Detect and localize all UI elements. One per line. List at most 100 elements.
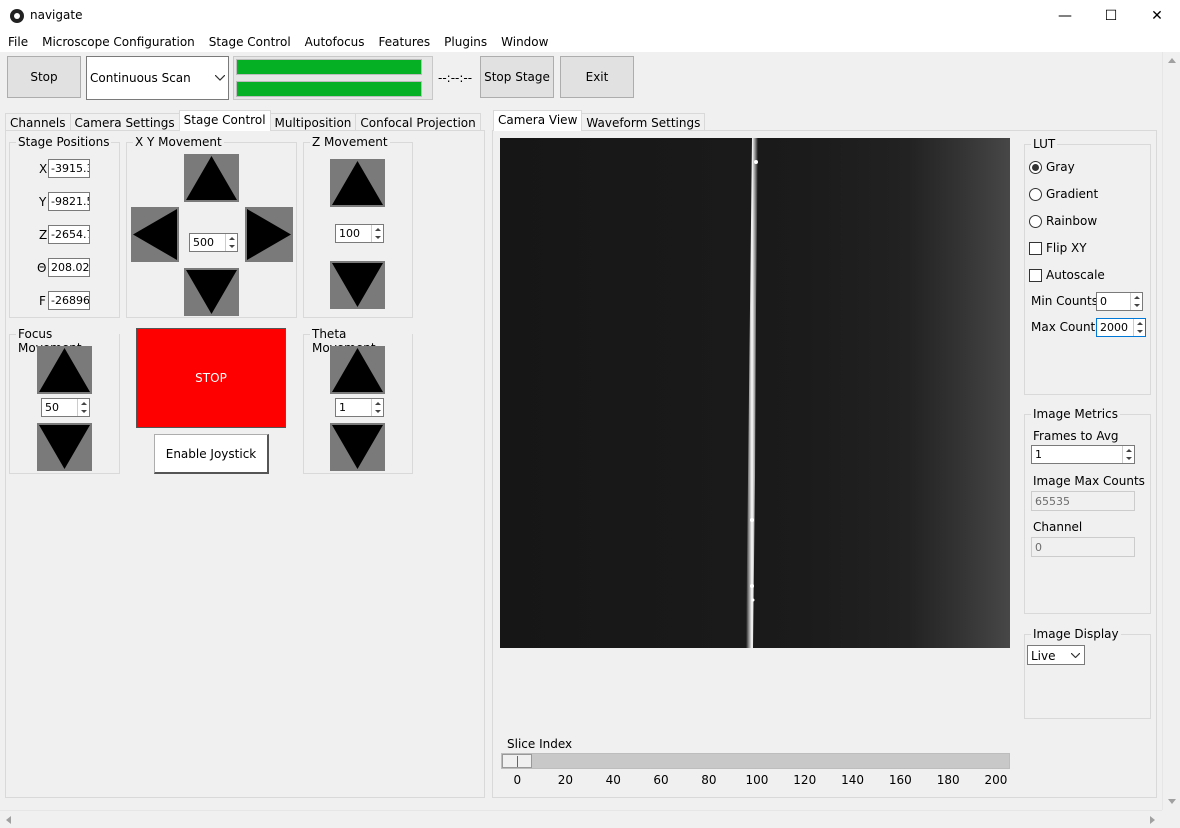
lut-gradient-radio[interactable]: [1029, 188, 1042, 201]
arrow-up-icon: [39, 348, 90, 392]
progress-container: [233, 56, 433, 100]
slice-tick-label: 40: [605, 773, 621, 787]
lut-rainbow-radio[interactable]: [1029, 215, 1042, 228]
tab-camera-view[interactable]: Camera View: [493, 110, 583, 131]
slider-grip-icon: [517, 756, 518, 767]
focus-up-button[interactable]: [37, 346, 92, 394]
focus-step-spinbox[interactable]: 50: [41, 398, 90, 417]
enable-joystick-button[interactable]: Enable Joystick: [154, 434, 269, 474]
window-horizontal-scrollbar[interactable]: [0, 810, 1162, 828]
min-counts-label: Min Counts: [1031, 294, 1098, 308]
tab-channels[interactable]: Channels: [5, 113, 71, 131]
theta-step-spinbox[interactable]: 1: [335, 398, 384, 417]
menu-window[interactable]: Window: [501, 35, 548, 49]
autoscale-checkbox[interactable]: [1029, 269, 1042, 282]
lut-gradient-label: Gradient: [1046, 187, 1099, 201]
xy-step-spinbox[interactable]: 500: [189, 233, 238, 252]
tab-stage-control[interactable]: Stage Control: [178, 110, 271, 131]
slice-slider-handle[interactable]: [502, 754, 532, 768]
scroll-right-icon[interactable]: [1150, 816, 1155, 824]
arrow-up-icon: [332, 161, 383, 205]
z-position-field[interactable]: -2654.7: [48, 225, 90, 244]
stage-stop-button[interactable]: STOP: [136, 328, 286, 428]
z-step-value: 100: [339, 227, 360, 240]
x-left-button[interactable]: [131, 207, 179, 262]
theta-down-button[interactable]: [330, 423, 385, 471]
slice-index-slider[interactable]: [501, 753, 1010, 769]
scroll-up-icon[interactable]: [1168, 58, 1176, 63]
slice-index-label: Slice Index: [507, 737, 573, 751]
menu-stage-control[interactable]: Stage Control: [209, 35, 291, 49]
slice-tick-label: 200: [984, 773, 1008, 787]
focus-step-value: 50: [45, 401, 59, 414]
tab-multiposition[interactable]: Multiposition: [269, 113, 357, 131]
min-counts-value: 0: [1100, 295, 1107, 308]
z-step-spinbox[interactable]: 100: [335, 224, 384, 243]
scroll-left-icon[interactable]: [6, 816, 11, 824]
spin-arrows-icon[interactable]: [225, 234, 237, 251]
chevron-down-icon: [215, 75, 225, 81]
max-counts-spinbox[interactable]: 2000: [1096, 318, 1146, 337]
slice-tick-label: 180: [936, 773, 960, 787]
theta-up-button[interactable]: [330, 346, 385, 394]
scroll-down-icon[interactable]: [1168, 799, 1176, 804]
spin-arrows-icon[interactable]: [1122, 446, 1134, 463]
camera-image[interactable]: [500, 138, 1010, 648]
menu-microscope-configuration[interactable]: Microscope Configuration: [42, 35, 195, 49]
menu-autofocus[interactable]: Autofocus: [305, 35, 365, 49]
acquisition-mode-select[interactable]: Continuous Scan: [86, 56, 229, 100]
x-position-field[interactable]: -3915.3: [48, 159, 90, 178]
spin-arrows-icon[interactable]: [371, 399, 383, 416]
slice-tick-label: 60: [653, 773, 669, 787]
menu-bar: File Microscope Configuration Stage Cont…: [0, 32, 1180, 52]
frames-to-avg-value: 1: [1035, 448, 1042, 461]
arrow-down-icon: [332, 425, 383, 469]
focus-movement-group: Focus Movement 50: [9, 327, 120, 474]
x-label: X: [39, 162, 48, 176]
tab-waveform-settings[interactable]: Waveform Settings: [581, 113, 706, 131]
menu-plugins[interactable]: Plugins: [444, 35, 487, 49]
lut-rainbow-label: Rainbow: [1046, 214, 1098, 228]
flip-xy-checkbox[interactable]: [1029, 242, 1042, 255]
z-up-button[interactable]: [330, 159, 385, 207]
image-display-select[interactable]: Live: [1027, 645, 1085, 665]
menu-features[interactable]: Features: [379, 35, 431, 49]
lut-gray-radio[interactable]: [1029, 161, 1042, 174]
slice-tick-label: 140: [841, 773, 864, 787]
y-up-button[interactable]: [184, 154, 239, 202]
min-counts-spinbox[interactable]: 0: [1096, 292, 1143, 311]
spin-arrows-icon[interactable]: [371, 225, 383, 242]
z-down-button[interactable]: [330, 261, 385, 309]
theta-label: Θ: [37, 261, 47, 275]
tab-confocal-projection[interactable]: Confocal Projection: [355, 113, 481, 131]
exit-button[interactable]: Exit: [560, 56, 634, 98]
theta-position-field[interactable]: 208.02: [48, 258, 90, 277]
maximize-button[interactable]: ☐: [1088, 0, 1134, 32]
app-logo-icon: [10, 9, 24, 23]
spin-arrows-icon[interactable]: [77, 399, 89, 416]
menu-file[interactable]: File: [8, 35, 28, 49]
arrow-down-icon: [332, 263, 383, 307]
focus-position-field[interactable]: -26896: [48, 291, 90, 310]
close-button[interactable]: ✕: [1134, 0, 1180, 32]
image-metrics-title: Image Metrics: [1031, 407, 1120, 421]
stop-acquisition-button[interactable]: Stop: [7, 56, 81, 98]
stop-stage-button[interactable]: Stop Stage: [480, 56, 554, 98]
slice-tick-label: 0: [513, 773, 522, 787]
minimize-button[interactable]: —: [1042, 0, 1088, 32]
frames-to-avg-spinbox[interactable]: 1: [1031, 445, 1135, 464]
tab-camera-settings[interactable]: Camera Settings: [69, 113, 180, 131]
xy-step-value: 500: [193, 236, 214, 249]
xy-movement-group: X Y Movement 500: [126, 135, 297, 318]
left-tab-bar: Channels Camera Settings Stage Control M…: [5, 110, 481, 131]
focus-down-button[interactable]: [37, 423, 92, 471]
y-position-field[interactable]: -9821.5: [48, 192, 90, 211]
time-remaining: --:--:--: [438, 71, 473, 85]
x-right-button[interactable]: [245, 207, 293, 262]
window-vertical-scrollbar[interactable]: [1162, 52, 1180, 810]
spin-arrows-icon[interactable]: [1133, 319, 1145, 336]
progress-fill-bottom: [237, 82, 421, 96]
slice-tick-label: 80: [701, 773, 717, 787]
y-down-button[interactable]: [184, 268, 239, 316]
spin-arrows-icon[interactable]: [1130, 293, 1142, 310]
